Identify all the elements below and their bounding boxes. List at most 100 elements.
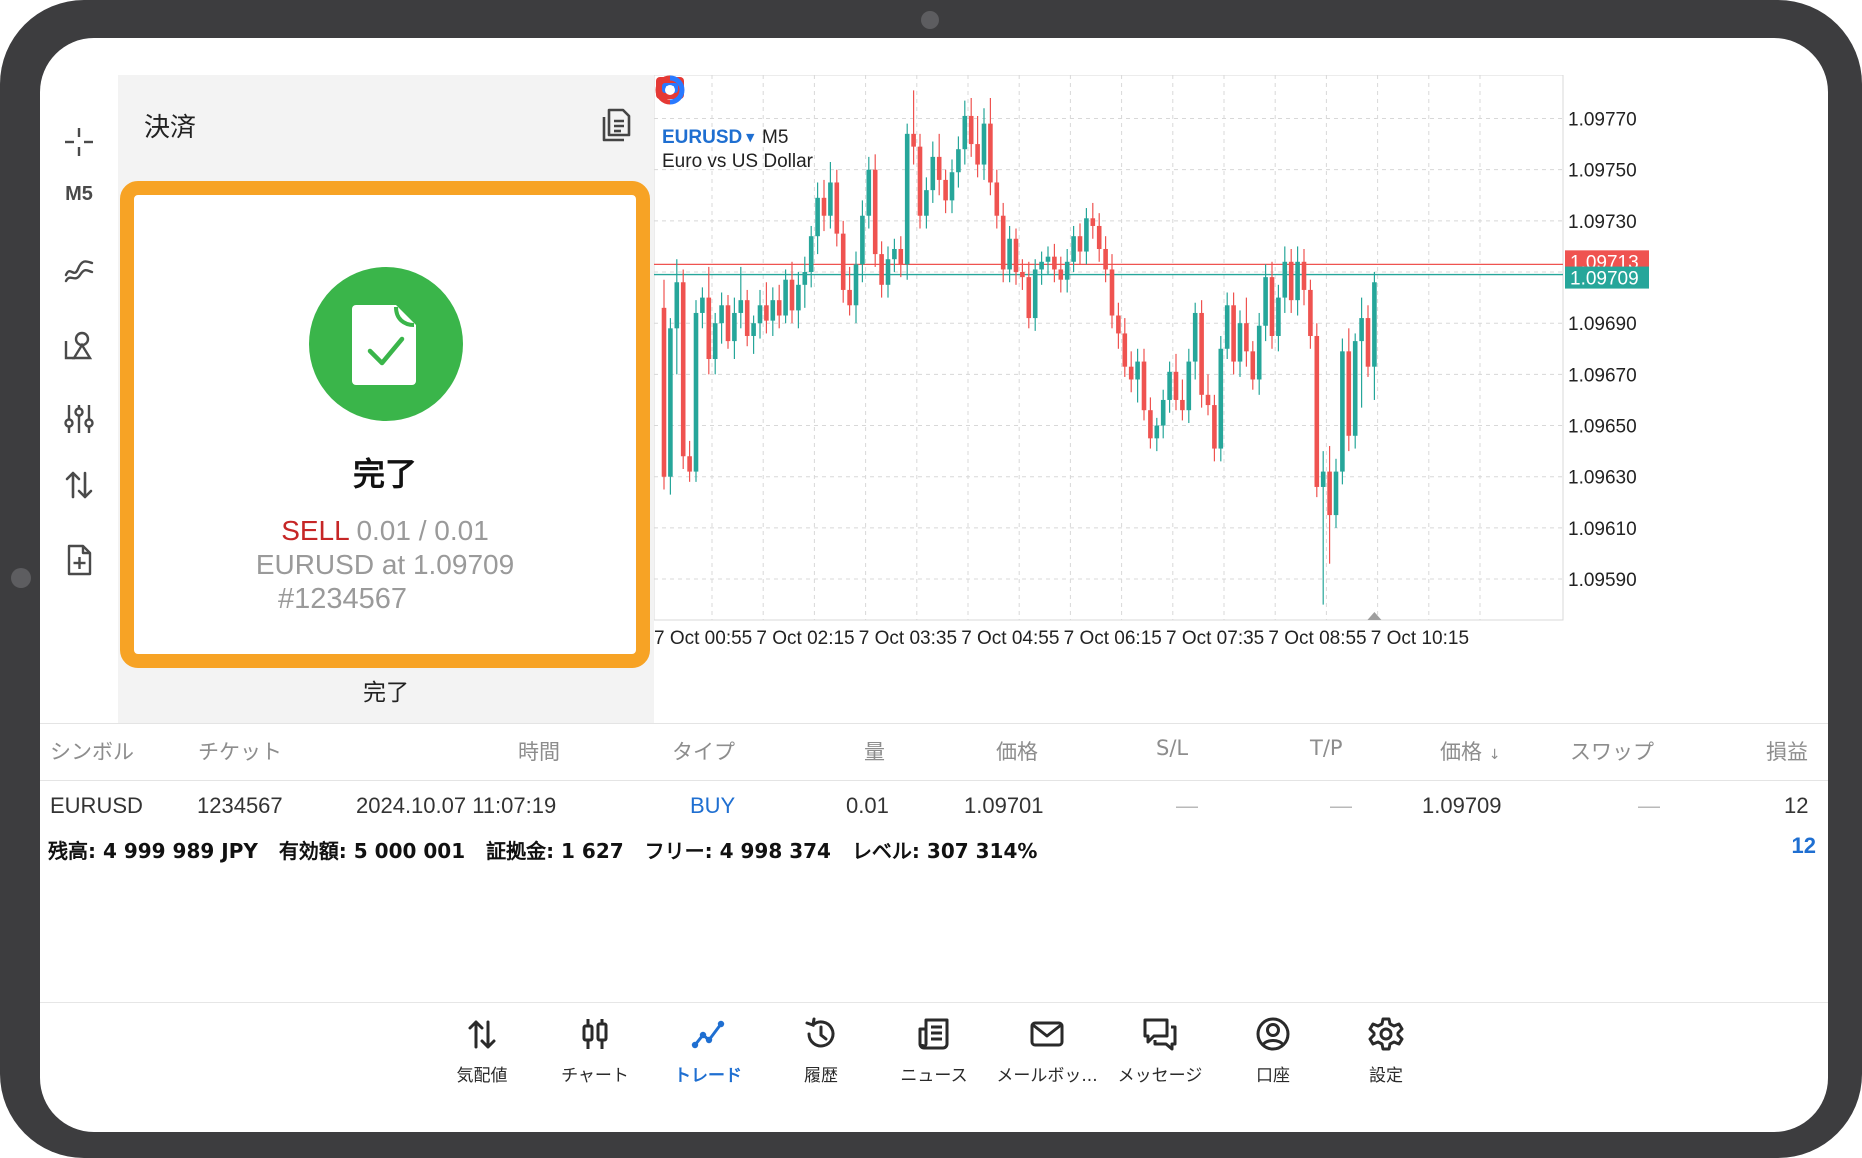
objects-tool[interactable] [40, 319, 118, 371]
nav-account-label: 口座 [1256, 1066, 1290, 1086]
nav-chart-label: チャート [561, 1066, 629, 1086]
nav-chart[interactable]: チャート [539, 1015, 651, 1093]
candle-body [904, 133, 910, 265]
col-time[interactable]: 時間 [518, 736, 560, 766]
candle-body [924, 190, 929, 216]
settings-tool[interactable] [40, 393, 118, 445]
chart-timeframe: M5 [762, 127, 789, 148]
nav-quotes[interactable]: 気配値 [426, 1015, 538, 1093]
document-check-icon [352, 305, 416, 385]
new-order-icon [67, 544, 92, 576]
candle-body [994, 182, 1000, 216]
candle-body [828, 182, 833, 216]
candle-body [732, 312, 737, 342]
col-volume[interactable]: 量 [864, 736, 885, 766]
candle-body [1308, 289, 1313, 336]
x-tick-label: 7 Oct 07:35 [1166, 628, 1264, 649]
candle-body [1064, 261, 1070, 280]
chart-canvas[interactable]: 1.09770 1.09750 1.09730 1.09690 1.09670 1.096… [654, 75, 1828, 775]
cell-volume: 0.01 [846, 793, 889, 818]
col-type[interactable]: タイプ [672, 736, 735, 766]
nav-account[interactable]: 口座 [1217, 1015, 1329, 1093]
y-tick-label: 1.09730 [1568, 212, 1637, 233]
candle-body [1237, 323, 1243, 362]
sort-desc-icon: ↓ [1488, 747, 1501, 763]
mailbox-icon [1030, 1021, 1064, 1047]
candle-body [1013, 238, 1019, 273]
candle-body [962, 115, 968, 150]
col-price-label: 価格 [1440, 740, 1482, 764]
timeframe-selector[interactable]: M5 [40, 168, 118, 220]
candle-body [1058, 269, 1064, 280]
candle-body [1301, 261, 1307, 290]
candle-body [821, 197, 827, 216]
candle-body [693, 312, 699, 472]
candle-body [1218, 348, 1224, 449]
new-order-tool[interactable] [40, 534, 118, 586]
candle-body [847, 289, 852, 306]
candle-body [1372, 282, 1377, 367]
history-icon [805, 1017, 835, 1048]
done-button[interactable]: 完了 [118, 673, 654, 707]
col-price[interactable]: 価格 ↓ [1440, 736, 1500, 766]
y-tick-label: 1.09750 [1568, 161, 1637, 182]
y-tick-label: 1.09770 [1568, 109, 1637, 130]
y-tick-label: 1.09610 [1568, 519, 1637, 540]
table-row[interactable]: EURUSD 1234567 2024.10.07 11:07:19 BUY 0… [40, 781, 1828, 831]
nav-news[interactable]: ニュース [878, 1015, 990, 1093]
candle-body [1052, 256, 1057, 270]
nav-news-label: ニュース [900, 1066, 968, 1086]
candle-body [661, 307, 667, 477]
trade-tool[interactable] [40, 459, 118, 511]
candle-body [1244, 323, 1249, 352]
nav-trade-label: トレード [674, 1066, 742, 1086]
nav-settings[interactable]: 設定 [1330, 1015, 1442, 1093]
copy-icon[interactable] [596, 105, 636, 145]
nav-trade[interactable]: トレード [652, 1015, 764, 1093]
candle-body [1007, 238, 1012, 270]
nav-mailbox[interactable]: メールボッ... [991, 1015, 1103, 1093]
col-symbol[interactable]: シンボル [50, 736, 134, 766]
cell-price: 1.09709 [1422, 793, 1502, 818]
trade-icon [691, 1020, 725, 1049]
x-tick-label: 7 Oct 02:15 [756, 628, 854, 649]
candle-body [1199, 312, 1204, 395]
y-tick-label: 1.09670 [1568, 365, 1637, 386]
col-sl[interactable]: S/L [1156, 736, 1188, 760]
candle-body [783, 279, 788, 316]
candle-body [1103, 248, 1108, 270]
candle-body [1250, 351, 1256, 380]
candle-body [1256, 325, 1262, 380]
nav-quotes-label: 気配値 [456, 1066, 508, 1086]
side-sensor [11, 568, 31, 588]
candle-body [975, 144, 980, 165]
col-tp[interactable]: T/P [1310, 736, 1343, 760]
nav-messages-label: メッセージ [1117, 1066, 1203, 1086]
col-profit[interactable]: 損益 [1766, 736, 1808, 766]
candle-body [898, 248, 904, 265]
candle-body [796, 284, 801, 311]
candle-body [1346, 351, 1352, 436]
symbol-dropdown-icon[interactable]: ▼ [746, 131, 754, 144]
trade-levels-icon[interactable] [654, 75, 686, 105]
x-tick-label: 7 Oct 03:35 [859, 628, 957, 649]
indicators-tool[interactable] [40, 243, 118, 295]
candle-body [943, 179, 948, 201]
cell-type: BUY [690, 793, 736, 818]
candle-body [770, 300, 776, 321]
nav-history[interactable]: 履歴 [765, 1015, 877, 1093]
candle-body [674, 282, 680, 329]
price-chart[interactable]: 1.09770 1.09750 1.09730 1.09690 1.09670 1.096… [654, 75, 1828, 775]
col-open-price[interactable]: 価格 [996, 736, 1038, 766]
chart-symbol[interactable]: EURUSD [662, 127, 742, 149]
summary-margin: 証拠金: 1 627 [486, 839, 624, 863]
col-ticket[interactable]: チケット [198, 736, 282, 766]
result-card: 完了 SELL 0.01 / 0.01 EURUSD at 1.09709 #1… [120, 181, 650, 668]
candle-body [700, 297, 705, 313]
col-swap[interactable]: スワップ [1570, 736, 1654, 766]
bottom-nav: 気配値 チャート トレード 履歴 ニュース メールボッ... メッセージ 口座 … [40, 1002, 1828, 1132]
crosshair-tool[interactable] [40, 116, 118, 168]
candle-body [892, 248, 897, 260]
candle-body [1224, 305, 1230, 349]
nav-messages[interactable]: メッセージ [1104, 1015, 1216, 1093]
